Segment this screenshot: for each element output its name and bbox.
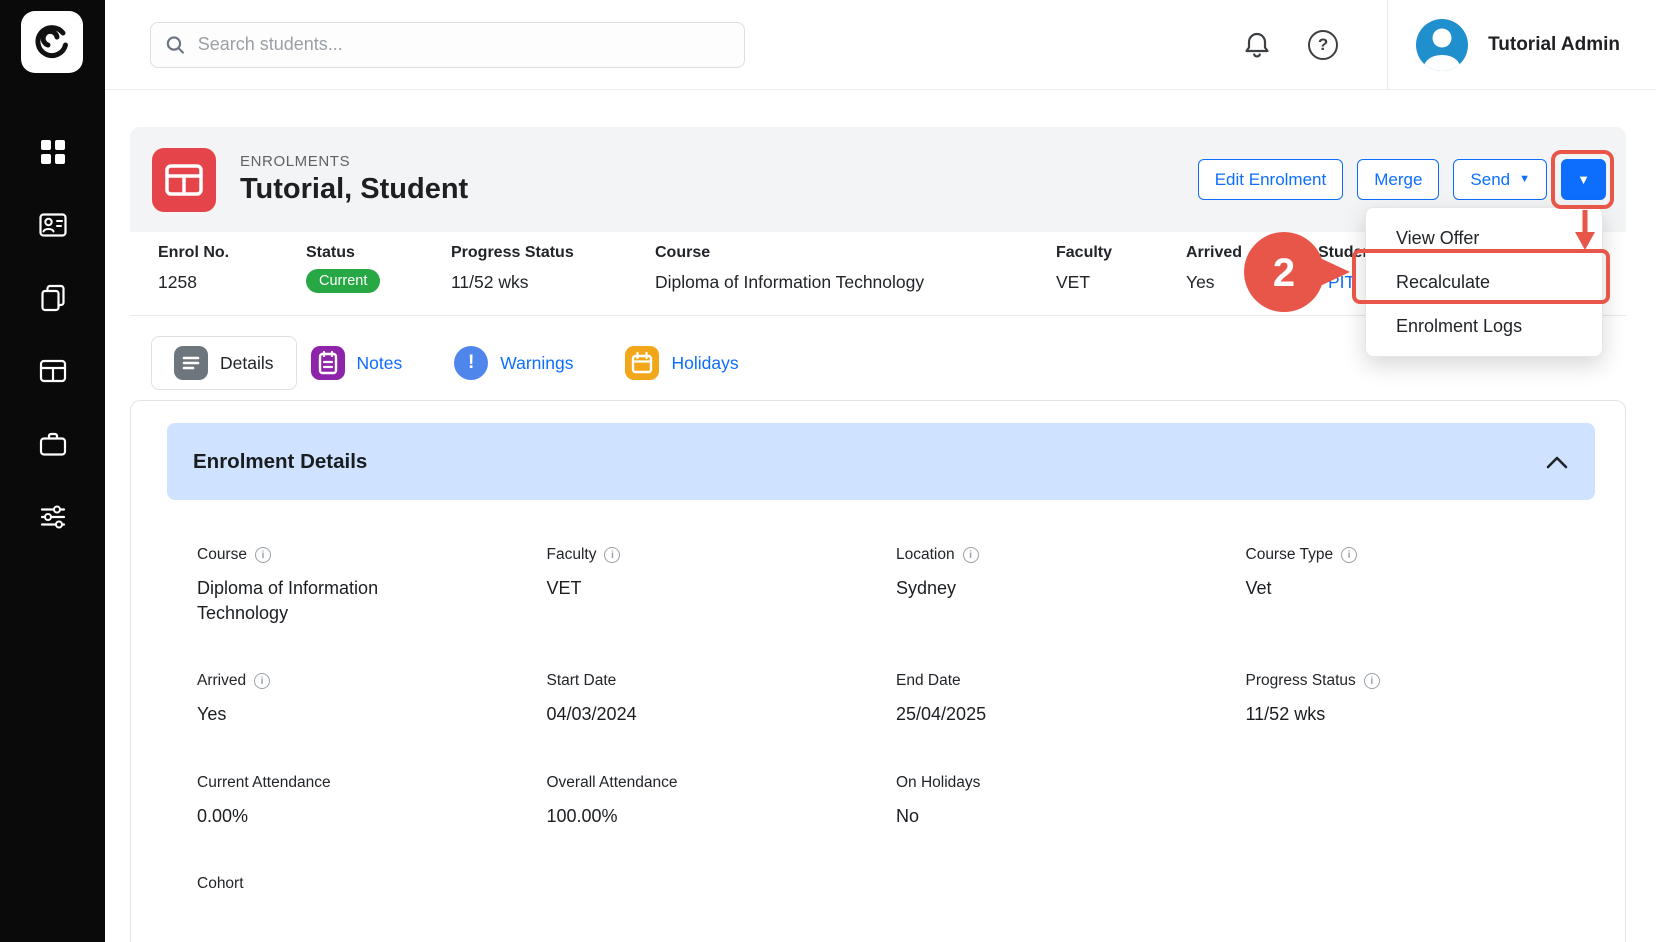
enrolments-module-icon [152,148,216,212]
tab-notes-label: Notes [357,353,403,374]
help-icon: ? [1308,30,1338,60]
field-arrived: Arrivedi Yes [197,672,547,727]
exclamation-glyph: ! [468,352,474,374]
menu-item-enrolment-logs[interactable]: Enrolment Logs [1366,304,1602,348]
tab-holidays-label: Holidays [671,353,738,374]
page-title: Tutorial, Student [240,173,468,206]
field-end-date: End Date 25/04/2025 [896,672,1246,727]
sliders-icon [38,502,68,532]
notifications-button[interactable] [1237,25,1277,65]
user-name: Tutorial Admin [1488,34,1620,56]
details-icon [174,346,208,380]
tab-details-label: Details [220,353,274,374]
sidebar [0,0,105,942]
summary-field-faculty: Faculty VET [1056,244,1112,293]
menu-item-view-offer[interactable]: View Offer [1366,216,1602,260]
caret-down-icon: ▼ [1519,174,1530,185]
details-grid: Coursei Diploma of Information Technolog… [197,546,1595,905]
notes-icon [311,346,345,380]
more-actions-dropdown-button[interactable]: ▼ [1561,159,1606,200]
bell-icon [1242,30,1272,60]
help-button[interactable]: ? [1303,25,1343,65]
sidebar-item-dashboard[interactable] [38,137,68,167]
summary-field-arrived: Arrived Yes [1186,244,1242,293]
tab-warnings[interactable]: ! Warnings [454,346,573,380]
topbar: ? Tutorial Admin [105,0,1656,90]
field-course-type: Course Typei Vet [1246,546,1596,626]
tab-notes[interactable]: Notes [311,346,403,380]
info-icon[interactable]: i [963,547,979,563]
warning-icon: ! [454,346,488,380]
user-avatar[interactable] [1416,19,1468,71]
app-logo[interactable] [21,11,83,73]
edit-enrolment-button[interactable]: Edit Enrolment [1198,159,1344,200]
calendar-icon [625,346,659,380]
documents-icon [38,283,68,313]
enrolments-table-icon [152,148,216,212]
section-title: Enrolment Details [193,450,367,474]
field-on-holidays: On Holidays No [896,774,1246,829]
summary-field-progress: Progress Status 11/52 wks [451,244,574,293]
info-icon[interactable]: i [1341,547,1357,563]
menu-item-recalculate[interactable]: Recalculate [1366,260,1602,304]
summary-field-enrol-no: Enrol No. 1258 [158,244,229,293]
enrolment-actions: Edit Enrolment Merge Send ▼ ▼ [1198,159,1606,200]
sidebar-item-enrolments[interactable] [38,356,68,386]
field-start-date: Start Date 04/03/2024 [547,672,897,727]
contact-card-icon [38,210,68,240]
dashboard-icon [38,137,68,167]
search-input[interactable] [198,34,730,55]
avatar-person-icon [1416,19,1468,71]
summary-field-course: Course Diploma of Information Technology [655,244,924,293]
topbar-divider [1387,0,1388,90]
info-icon[interactable]: i [1364,673,1380,689]
tab-details[interactable]: Details [151,336,297,390]
summary-field-status: Status Current [306,244,380,293]
field-course: Coursei Diploma of Information Technolog… [197,546,547,626]
field-faculty: Facultyi VET [547,546,897,626]
sidebar-item-documents[interactable] [38,283,68,313]
send-button[interactable]: Send ▼ [1453,159,1547,200]
sidebar-item-settings[interactable] [38,502,68,532]
caret-down-icon: ▼ [1577,173,1590,186]
app-root: ? Tutorial Admin ENROLMENTS T [0,0,1656,942]
enrolment-titles: ENROLMENTS Tutorial, Student [240,153,468,206]
logo-swirl-icon [32,22,72,62]
sidebar-item-jobs[interactable] [38,429,68,459]
grid-spacer [1246,774,1596,829]
send-dropdown-menu: View Offer Recalculate Enrolment Logs [1365,207,1603,357]
status-badge: Current [306,269,380,293]
sidebar-item-students[interactable] [38,210,68,240]
field-cohort: Cohort [197,875,547,905]
enrolment-tabs: Details Notes ! Warnings Holidays [151,336,791,390]
field-current-attendance: Current Attendance 0.00% [197,774,547,829]
merge-button[interactable]: Merge [1357,159,1439,200]
table-icon [38,356,68,386]
field-location: Locationi Sydney [896,546,1246,626]
details-panel: Enrolment Details Coursei Diploma of Inf… [130,400,1626,942]
search-icon [165,34,186,56]
send-label: Send [1470,170,1510,190]
info-icon[interactable]: i [254,673,270,689]
breadcrumb: ENROLMENTS [240,153,468,170]
info-icon[interactable]: i [604,547,620,563]
topbar-right: ? Tutorial Admin [1237,0,1656,90]
tab-holidays[interactable]: Holidays [625,346,738,380]
sidebar-nav [0,137,105,532]
field-overall-attendance: Overall Attendance 100.00% [547,774,897,829]
help-glyph: ? [1318,35,1328,55]
search-box [150,22,745,68]
chevron-up-icon [1545,454,1569,470]
info-icon[interactable]: i [255,547,271,563]
enrolment-details-section-header[interactable]: Enrolment Details [167,423,1595,500]
briefcase-icon [38,429,68,459]
collapse-button[interactable] [1545,454,1569,470]
tab-warnings-label: Warnings [500,353,573,374]
field-progress-status: Progress Statusi 11/52 wks [1246,672,1596,727]
